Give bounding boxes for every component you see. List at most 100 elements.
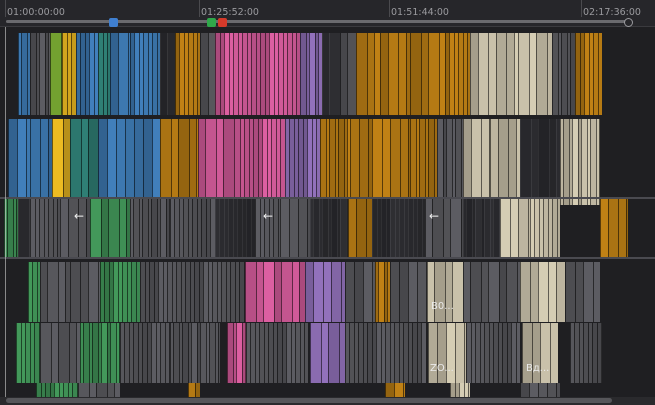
- timeline-clip[interactable]: [428, 33, 439, 115]
- timeline-clip[interactable]: [323, 262, 331, 322]
- timeline-clip[interactable]: [328, 323, 339, 383]
- timeline-clip[interactable]: [274, 262, 281, 322]
- timeline-clip[interactable]: [205, 119, 216, 205]
- playhead[interactable]: [5, 27, 6, 397]
- timeline-clip[interactable]: [17, 119, 26, 205]
- timeline-clip[interactable]: [292, 262, 299, 322]
- timeline-clip[interactable]: [134, 119, 143, 205]
- timeline-clip[interactable]: [68, 199, 78, 259]
- timeline-ruler[interactable]: 01:00:00:00 01:25:52:00 01:51:44:00 02:1…: [0, 0, 655, 27]
- timeline-clip[interactable]: [510, 199, 518, 259]
- timeline-clip[interactable]: [538, 119, 549, 205]
- timeline-clip[interactable]: [443, 199, 450, 259]
- timeline-clip[interactable]: [107, 119, 116, 205]
- timeline-clip[interactable]: [398, 33, 406, 115]
- timeline-clip[interactable]: [608, 199, 618, 259]
- timeline-clip[interactable]: [410, 33, 421, 115]
- timeline-clip[interactable]: [455, 323, 464, 383]
- timeline-clip[interactable]: [556, 262, 565, 322]
- timeline-clip[interactable]: [394, 383, 403, 397]
- timeline-tracks[interactable]: [0, 27, 655, 397]
- timeline-clip[interactable]: [380, 33, 388, 115]
- timeline-clip[interactable]: [532, 323, 540, 383]
- timeline-clip[interactable]: [425, 199, 432, 259]
- timeline-clip[interactable]: [498, 119, 508, 205]
- timeline-clip[interactable]: [481, 119, 489, 205]
- timeline-clip[interactable]: [557, 199, 560, 259]
- timeline-clip[interactable]: [520, 119, 531, 205]
- timeline-clip[interactable]: [118, 33, 128, 115]
- timeline-clip[interactable]: [565, 262, 575, 322]
- timeline-clip[interactable]: [354, 262, 363, 322]
- timeline-clip[interactable]: [40, 119, 48, 205]
- timeline-clip[interactable]: [50, 33, 61, 115]
- timeline-clip[interactable]: [478, 33, 488, 115]
- timeline-clip[interactable]: [322, 33, 329, 115]
- timeline-clip[interactable]: [69, 323, 76, 383]
- timeline-clip[interactable]: [208, 33, 215, 115]
- timeline-clip[interactable]: [434, 262, 445, 322]
- timeline-clip[interactable]: [556, 383, 560, 397]
- timeline-end-handle[interactable]: [624, 18, 633, 27]
- timeline-clip[interactable]: [313, 262, 323, 322]
- timeline-clip[interactable]: [280, 199, 289, 259]
- timeline-clip[interactable]: [256, 262, 263, 322]
- timeline-clip[interactable]: [78, 383, 89, 397]
- timeline-clip[interactable]: [417, 262, 426, 322]
- timeline-clip[interactable]: [540, 323, 550, 383]
- timeline-clip[interactable]: [321, 323, 328, 383]
- timeline-clip[interactable]: [40, 262, 47, 322]
- timeline-clip[interactable]: [51, 323, 58, 383]
- timeline-clip[interactable]: [178, 119, 189, 205]
- timeline-clip[interactable]: [470, 33, 478, 115]
- timeline-clip[interactable]: [160, 33, 167, 115]
- timeline-clip[interactable]: [304, 323, 308, 383]
- timeline-clip[interactable]: [125, 119, 134, 205]
- timeline-clip[interactable]: [468, 383, 470, 397]
- timeline-clip[interactable]: [359, 119, 368, 205]
- timeline-clip[interactable]: [218, 323, 220, 383]
- timeline-clip[interactable]: [96, 383, 107, 397]
- timeline-clip[interactable]: [529, 383, 538, 397]
- timeline-clip[interactable]: [538, 383, 547, 397]
- timeline-clip[interactable]: [518, 199, 528, 259]
- timeline-clip[interactable]: [599, 119, 600, 205]
- timeline-clip[interactable]: [427, 262, 434, 322]
- timeline-clip[interactable]: [189, 119, 196, 205]
- timeline-clip[interactable]: [167, 33, 175, 115]
- timeline-clip[interactable]: [89, 383, 96, 397]
- timeline-clip[interactable]: [626, 199, 628, 259]
- timeline-clip[interactable]: [101, 199, 108, 259]
- timeline-clip[interactable]: [114, 383, 120, 397]
- red-marker[interactable]: [218, 18, 227, 27]
- timeline-clip[interactable]: [110, 33, 118, 115]
- timeline-clip[interactable]: [550, 323, 558, 383]
- timeline-clip[interactable]: [583, 262, 593, 322]
- timeline-clip[interactable]: [463, 262, 470, 322]
- timeline-clip[interactable]: [530, 262, 538, 322]
- timeline-clip[interactable]: [216, 119, 223, 205]
- timeline-clip[interactable]: [263, 262, 274, 322]
- timeline-clip[interactable]: [400, 119, 408, 205]
- timeline-clip[interactable]: [223, 119, 234, 205]
- timeline-clip[interactable]: [70, 262, 80, 322]
- timeline-clip[interactable]: [575, 262, 583, 322]
- timeline-clip[interactable]: [593, 262, 600, 322]
- timeline-clip[interactable]: [331, 262, 341, 322]
- blue-marker[interactable]: [109, 18, 118, 27]
- timeline-track[interactable]: [0, 262, 655, 322]
- timeline-clip[interactable]: [52, 119, 63, 205]
- timeline-clip[interactable]: [347, 33, 356, 115]
- timeline-clip[interactable]: [152, 119, 160, 205]
- timeline-clip[interactable]: [58, 262, 65, 322]
- timeline-clip[interactable]: [518, 33, 529, 115]
- horizontal-scrollbar[interactable]: [0, 397, 655, 405]
- timeline-clip[interactable]: [496, 33, 506, 115]
- timeline-clip[interactable]: [390, 119, 400, 205]
- timeline-clip[interactable]: [80, 262, 88, 322]
- timeline-clip[interactable]: [18, 199, 29, 259]
- timeline-clip[interactable]: [531, 119, 538, 205]
- timeline-clip[interactable]: [470, 262, 481, 322]
- timeline-clip[interactable]: [195, 383, 200, 397]
- timeline-clip[interactable]: [432, 199, 443, 259]
